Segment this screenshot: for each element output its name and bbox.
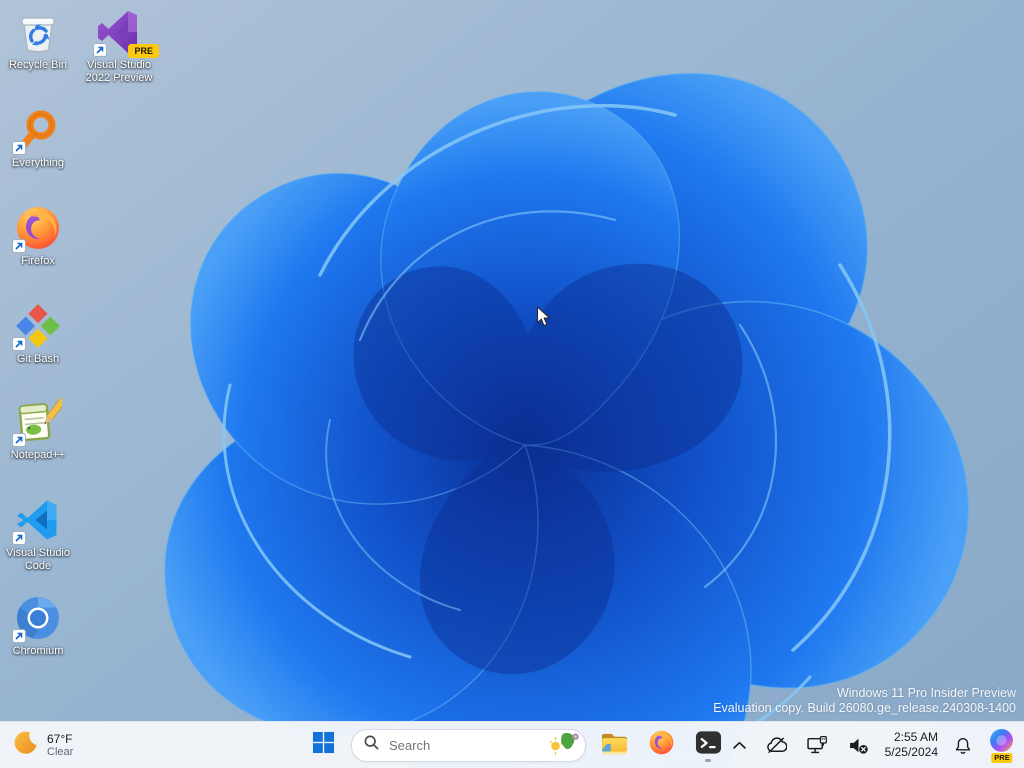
- visual-studio-code-icon: [12, 496, 62, 545]
- desktop-icon-label: Notepad++: [10, 449, 66, 461]
- search-highlights-icon[interactable]: [549, 731, 580, 760]
- notifications-bell-icon[interactable]: [950, 732, 976, 759]
- desktop-icon-notepad-plus-plus[interactable]: Notepad++: [0, 398, 76, 462]
- desktop-icon-firefox[interactable]: Firefox: [0, 204, 76, 268]
- watermark-line2: Evaluation copy. Build 26080.ge_release.…: [713, 701, 1016, 715]
- desktop-icon-label: Chromium: [12, 645, 64, 657]
- desktop-icon-label: Visual Studio 2022 Preview: [85, 59, 153, 84]
- desktop-icon-git-bash[interactable]: Git Bash: [0, 302, 76, 366]
- desktop-icon-label: Visual Studio Code: [5, 547, 70, 572]
- shortcut-arrow-icon: [93, 43, 107, 57]
- taskbar-app-file-explorer[interactable]: [595, 726, 633, 764]
- weather-condition: Clear: [47, 745, 74, 758]
- taskbar: 67°F Clear Search 2:55 AM 5/25/2024 PRE: [0, 721, 1024, 768]
- tray-chevron-up-icon[interactable]: [729, 737, 750, 754]
- shortcut-arrow-icon: [12, 433, 26, 447]
- everything-icon: [12, 106, 62, 155]
- copilot-pre-badge: PRE: [991, 753, 1013, 763]
- firefox-icon: [12, 204, 62, 253]
- terminal-icon: [695, 729, 722, 761]
- evaluation-watermark: Windows 11 Pro Insider Preview Evaluatio…: [713, 686, 1016, 716]
- shortcut-arrow-icon: [12, 629, 26, 643]
- notepad-plus-plus-icon: [12, 398, 62, 447]
- taskbar-app-terminal[interactable]: [689, 726, 727, 764]
- clock[interactable]: 2:55 AM 5/25/2024: [885, 730, 938, 760]
- desktop-icon-visual-studio-code[interactable]: Visual Studio Code: [0, 496, 76, 573]
- desktop-icon-chromium[interactable]: Chromium: [0, 594, 76, 658]
- search-input[interactable]: [387, 736, 542, 754]
- visual-studio-2022-preview-icon: PRE: [93, 8, 159, 58]
- desktop-icon-label: Recycle Bin: [8, 59, 68, 71]
- running-app-indicator: [705, 759, 711, 762]
- search-box[interactable]: [351, 728, 586, 762]
- volume-muted-icon[interactable]: [844, 733, 873, 758]
- onedrive-signed-out-icon[interactable]: [762, 733, 791, 758]
- vs-pre-badge: PRE: [128, 44, 159, 58]
- shortcut-arrow-icon: [12, 531, 26, 545]
- desktop-icon-everything[interactable]: Everything: [0, 106, 76, 170]
- chromium-icon: [12, 594, 62, 643]
- shortcut-arrow-icon: [12, 337, 26, 351]
- file-explorer-icon: [600, 730, 629, 761]
- recycle-bin-icon: [14, 8, 62, 56]
- start-button[interactable]: [304, 726, 342, 764]
- clock-time: 2:55 AM: [893, 730, 938, 744]
- firefox-icon: [648, 729, 675, 761]
- desktop-icon-label: Everything: [12, 157, 64, 169]
- bloom-wallpaper: [0, 0, 1024, 768]
- network-ethernet-icon[interactable]: [803, 732, 832, 759]
- shortcut-arrow-icon: [12, 141, 26, 155]
- desktop-icon-recycle-bin[interactable]: Recycle Bin: [0, 8, 76, 72]
- copilot-button[interactable]: PRE: [988, 728, 1016, 763]
- taskbar-app-firefox[interactable]: [642, 726, 680, 764]
- clock-date: 5/25/2024: [884, 745, 938, 759]
- weather-temperature: 67°F: [47, 731, 73, 746]
- git-bash-icon: [12, 302, 62, 351]
- windows-start-icon: [312, 731, 335, 759]
- desktop-icon-label: Firefox: [21, 255, 55, 267]
- weather-widget[interactable]: 67°F Clear: [12, 722, 73, 768]
- search-icon: [364, 735, 379, 755]
- shortcut-arrow-icon: [12, 239, 26, 253]
- desktop-icon-visual-studio-2022-preview[interactable]: PRE Visual Studio 2022 Preview: [74, 8, 164, 85]
- desktop-icon-label: Git Bash: [16, 353, 60, 365]
- watermark-line1: Windows 11 Pro Insider Preview: [836, 686, 1016, 700]
- moon-clear-night-icon: [12, 729, 39, 761]
